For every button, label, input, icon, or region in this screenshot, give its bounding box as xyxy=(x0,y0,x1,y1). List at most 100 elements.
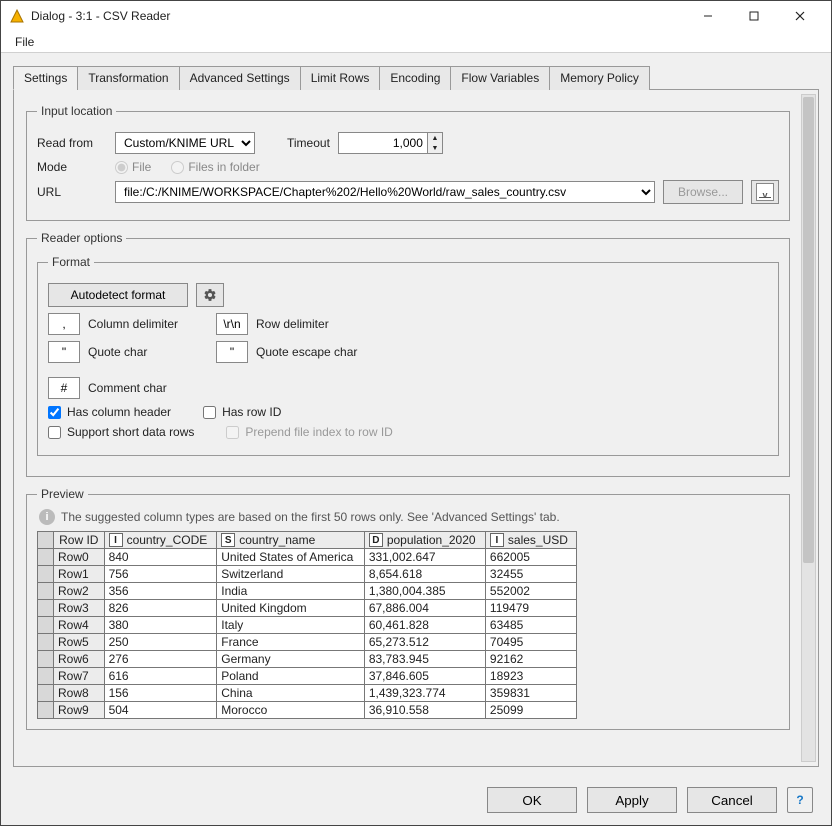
row-id-cell: Row2 xyxy=(54,583,105,600)
cell: 8,654.618 xyxy=(364,566,485,583)
read-from-select[interactable]: Custom/KNIME URL xyxy=(115,132,255,154)
row-handle[interactable] xyxy=(38,549,54,566)
cell: 156 xyxy=(104,685,217,702)
cell: 67,886.004 xyxy=(364,600,485,617)
reader-options-group: Reader options Format Autodetect format … xyxy=(26,231,790,477)
cell: 37,846.605 xyxy=(364,668,485,685)
tab-advanced-settings[interactable]: Advanced Settings xyxy=(179,66,301,90)
help-button[interactable]: ? xyxy=(787,787,813,813)
support-short-rows-checkbox[interactable]: Support short data rows xyxy=(48,425,194,439)
cell: 826 xyxy=(104,600,217,617)
cell: 552002 xyxy=(485,583,576,600)
row-id-cell: Row0 xyxy=(54,549,105,566)
col-header-2[interactable]: Dpopulation_2020 xyxy=(364,532,485,549)
cell: 662005 xyxy=(485,549,576,566)
window-title: Dialog - 3:1 - CSV Reader xyxy=(31,9,685,23)
tab-settings[interactable]: Settings xyxy=(13,66,78,90)
row-id-cell: Row4 xyxy=(54,617,105,634)
ok-button[interactable]: OK xyxy=(487,787,577,813)
col-header-0[interactable]: Icountry_CODE xyxy=(104,532,217,549)
has-column-header-checkbox[interactable]: Has column header xyxy=(48,405,171,419)
tab-memory-policy[interactable]: Memory Policy xyxy=(549,66,650,90)
col-header-3[interactable]: Isales_USD xyxy=(485,532,576,549)
timeout-spinner[interactable]: ▲▼ xyxy=(338,132,443,154)
cell: 32455 xyxy=(485,566,576,583)
cell: 840 xyxy=(104,549,217,566)
comment-input[interactable] xyxy=(48,377,80,399)
close-button[interactable] xyxy=(777,1,823,31)
cell: Italy xyxy=(217,617,365,634)
tab-transformation[interactable]: Transformation xyxy=(77,66,179,90)
tab-flow-variables[interactable]: Flow Variables xyxy=(450,66,550,90)
timeout-label: Timeout xyxy=(287,136,330,150)
quote-esc-input[interactable] xyxy=(216,341,248,363)
cell: 1,380,004.385 xyxy=(364,583,485,600)
table-corner xyxy=(38,532,54,549)
window-controls xyxy=(685,1,823,31)
row-handle[interactable] xyxy=(38,583,54,600)
cell: 92162 xyxy=(485,651,576,668)
row-handle[interactable] xyxy=(38,566,54,583)
spinner-down-icon[interactable]: ▼ xyxy=(428,143,442,153)
col-delim-label: Column delimiter xyxy=(88,317,208,331)
row-handle[interactable] xyxy=(38,702,54,719)
table-row[interactable]: Row3826United Kingdom67,886.004119479 xyxy=(38,600,577,617)
cancel-button[interactable]: Cancel xyxy=(687,787,777,813)
row-handle[interactable] xyxy=(38,617,54,634)
autodetect-settings-button[interactable] xyxy=(196,283,224,307)
cell: 359831 xyxy=(485,685,576,702)
tab-strip: Settings Transformation Advanced Setting… xyxy=(13,65,819,90)
table-row[interactable]: Row9504Morocco36,910.55825099 xyxy=(38,702,577,719)
preview-note: i The suggested column types are based o… xyxy=(39,509,779,525)
col-delim-input[interactable] xyxy=(48,313,80,335)
row-delim-label: Row delimiter xyxy=(256,317,329,331)
row-handle[interactable] xyxy=(38,651,54,668)
cell: United States of America xyxy=(217,549,365,566)
row-id-cell: Row8 xyxy=(54,685,105,702)
autodetect-button[interactable]: Autodetect format xyxy=(48,283,188,307)
table-row[interactable]: Row7616Poland37,846.60518923 xyxy=(38,668,577,685)
cell: 18923 xyxy=(485,668,576,685)
mode-file-radio: File xyxy=(115,160,151,174)
row-id-cell: Row3 xyxy=(54,600,105,617)
cell: 1,439,323.774 xyxy=(364,685,485,702)
row-delim-input[interactable] xyxy=(216,313,248,335)
table-row[interactable]: Row4380Italy60,461.82863485 xyxy=(38,617,577,634)
row-handle[interactable] xyxy=(38,634,54,651)
timeout-input[interactable] xyxy=(338,132,428,154)
table-row[interactable]: Row6276Germany83,783.94592162 xyxy=(38,651,577,668)
vertical-scrollbar[interactable] xyxy=(801,94,816,762)
dialog-window: Dialog - 3:1 - CSV Reader File Settings … xyxy=(0,0,832,826)
reader-options-legend: Reader options xyxy=(37,231,126,245)
row-handle[interactable] xyxy=(38,668,54,685)
tab-encoding[interactable]: Encoding xyxy=(379,66,451,90)
col-header-1[interactable]: Scountry_name xyxy=(217,532,365,549)
apply-button[interactable]: Apply xyxy=(587,787,677,813)
table-row[interactable]: Row2356India1,380,004.385552002 xyxy=(38,583,577,600)
row-handle[interactable] xyxy=(38,600,54,617)
maximize-button[interactable] xyxy=(731,1,777,31)
cell: Switzerland xyxy=(217,566,365,583)
input-location-legend: Input location xyxy=(37,104,116,118)
row-handle[interactable] xyxy=(38,685,54,702)
type-icon: I xyxy=(490,533,504,547)
format-group: Format Autodetect format Column delimite… xyxy=(37,255,779,456)
variable-button[interactable]: v xyxy=(751,180,779,204)
format-legend: Format xyxy=(48,255,94,269)
menu-file[interactable]: File xyxy=(9,33,40,51)
table-row[interactable]: Row5250France65,273.51270495 xyxy=(38,634,577,651)
url-combo[interactable]: file:/C:/KNIME/WORKSPACE/Chapter%202/Hel… xyxy=(115,181,655,203)
table-row[interactable]: Row0840United States of America331,002.6… xyxy=(38,549,577,566)
quote-input[interactable] xyxy=(48,341,80,363)
cell: 504 xyxy=(104,702,217,719)
tab-limit-rows[interactable]: Limit Rows xyxy=(300,66,381,90)
table-row[interactable]: Row1756Switzerland8,654.61832455 xyxy=(38,566,577,583)
minimize-button[interactable] xyxy=(685,1,731,31)
comment-label: Comment char xyxy=(88,381,167,395)
has-row-id-checkbox[interactable]: Has row ID xyxy=(203,405,281,419)
table-row[interactable]: Row8156China1,439,323.774359831 xyxy=(38,685,577,702)
spinner-up-icon[interactable]: ▲ xyxy=(428,133,442,143)
cell: India xyxy=(217,583,365,600)
cell: 276 xyxy=(104,651,217,668)
rowid-header[interactable]: Row ID xyxy=(54,532,105,549)
